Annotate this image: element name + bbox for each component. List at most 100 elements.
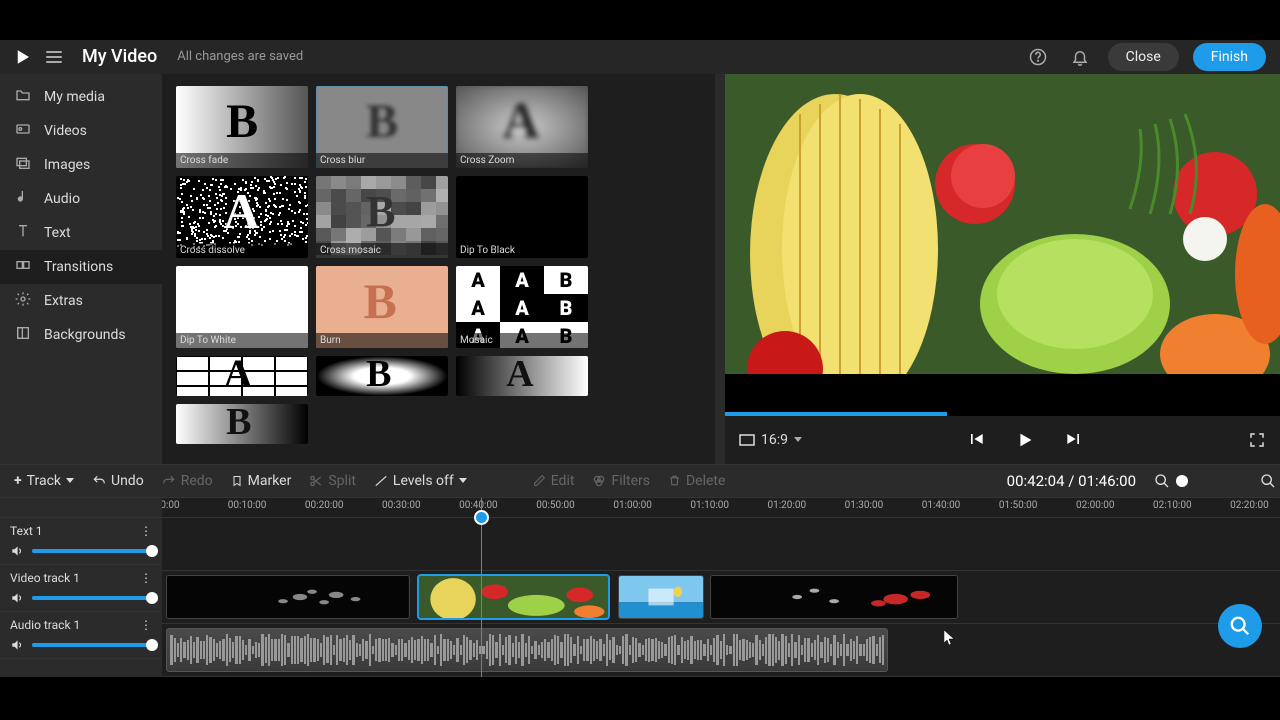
app-logo [14, 48, 32, 66]
ruler-tick: 00:30:00 [382, 500, 421, 511]
filters-button[interactable]: Filters [592, 473, 650, 489]
transitions-panel: BCross fadeBCross blurACross ZoomACross … [162, 74, 725, 464]
save-status: All changes are saved [177, 49, 303, 64]
sidebar-item-my-media[interactable]: My media [0, 80, 162, 114]
transition-card[interactable]: Dip To Black [456, 176, 588, 258]
time-ruler[interactable]: 0:0000:10:0000:20:0000:30:0000:40:0000:5… [162, 498, 1280, 518]
text-track-row[interactable] [162, 518, 1280, 571]
redo-button[interactable]: Redo [162, 473, 213, 489]
transition-label: Dip To White [176, 333, 308, 348]
finish-button[interactable]: Finish [1193, 43, 1266, 71]
edit-button[interactable]: Edit [533, 473, 575, 489]
menu-button[interactable] [46, 51, 62, 63]
preview-viewport[interactable] [725, 74, 1280, 416]
transition-card[interactable]: A [176, 356, 308, 396]
sidebar-item-audio[interactable]: Audio [0, 182, 162, 216]
transition-card[interactable]: BBurn [316, 266, 448, 348]
prev-button[interactable] [966, 429, 986, 449]
folder-icon [14, 87, 32, 107]
undo-button[interactable]: Undo [92, 473, 144, 489]
sidebar-item-transitions[interactable]: Transitions [0, 250, 162, 284]
ruler-tick: 01:20:00 [768, 500, 807, 511]
transition-label: Mosaic [456, 333, 588, 348]
zoom-slider[interactable] [1176, 475, 1188, 487]
ruler-tick: 01:30:00 [845, 500, 884, 511]
transition-card[interactable]: Dip To White [176, 266, 308, 348]
volume-icon[interactable] [10, 544, 24, 558]
levels-button[interactable]: Levels off [374, 473, 467, 489]
preview-panel: 16:9 [725, 74, 1280, 464]
next-button[interactable] [1064, 429, 1084, 449]
track-header: Video track 1⋮ [0, 565, 162, 612]
track-name: Audio track 1 [10, 618, 80, 632]
transition-card[interactable]: B [316, 356, 448, 396]
audio-clip[interactable] [166, 628, 887, 672]
sidebar-item-label: Videos [44, 123, 87, 139]
track-menu-icon[interactable]: ⋮ [140, 571, 152, 585]
video-clip[interactable] [710, 575, 958, 619]
video-icon [14, 121, 32, 141]
transition-card[interactable]: BCross mosaic [316, 176, 448, 258]
ruler-tick: 0:00 [162, 500, 180, 511]
marker-button[interactable]: Marker [231, 473, 292, 489]
images-icon [14, 155, 32, 175]
transition-card[interactable]: B [176, 404, 308, 444]
volume-slider[interactable] [32, 549, 152, 553]
transition-card[interactable]: A [456, 356, 588, 396]
video-clip[interactable] [418, 575, 609, 619]
video-clip[interactable] [618, 575, 704, 619]
volume-icon[interactable] [10, 591, 24, 605]
volume-slider[interactable] [32, 596, 152, 600]
sidebar-item-label: Extras [44, 293, 83, 309]
search-icon[interactable] [1260, 473, 1276, 489]
timeline-toolbar: +Track Undo Redo Marker Split Levels off… [0, 464, 1280, 498]
track-header: Text 1 ⋮ [0, 518, 162, 565]
sidebar-item-text[interactable]: Text [0, 216, 162, 250]
ruler-tick: 00:10:00 [228, 500, 267, 511]
transition-card[interactable]: BCross fade [176, 86, 308, 168]
sidebar-item-backgrounds[interactable]: Backgrounds [0, 318, 162, 352]
volume-slider[interactable] [32, 643, 152, 647]
aspect-ratio-label: 16:9 [761, 432, 788, 448]
ruler-tick: 01:10:00 [690, 500, 729, 511]
text-icon [14, 223, 32, 243]
add-track-button[interactable]: +Track [14, 473, 74, 489]
sidebar-item-videos[interactable]: Videos [0, 114, 162, 148]
ruler-tick: 01:00:00 [613, 500, 652, 511]
delete-button[interactable]: Delete [668, 473, 725, 489]
topbar: My Video All changes are saved Close Fin… [0, 40, 1280, 74]
fullscreen-button[interactable] [1248, 431, 1266, 449]
aspect-ratio-select[interactable]: 16:9 [739, 432, 802, 448]
transition-label: Dip To Black [456, 243, 588, 258]
ruler-tick: 01:50:00 [999, 500, 1038, 511]
video-clip[interactable] [166, 575, 410, 619]
sidebar-item-extras[interactable]: Extras [0, 284, 162, 318]
transition-card[interactable]: ACross Zoom [456, 86, 588, 168]
sidebar-item-label: Text [44, 225, 71, 241]
volume-icon[interactable] [10, 638, 24, 652]
transition-label: Cross fade [176, 153, 308, 168]
track-menu-icon[interactable]: ⋮ [140, 524, 152, 538]
play-button[interactable] [1014, 429, 1036, 451]
audio-icon [14, 189, 32, 209]
notifications-button[interactable] [1066, 43, 1094, 71]
transition-card[interactable]: ACross dissolve [176, 176, 308, 258]
sidebar-item-images[interactable]: Images [0, 148, 162, 182]
video-track-row[interactable] [162, 571, 1280, 624]
transition-card[interactable]: AABAABAABMosaic [456, 266, 588, 348]
help-button[interactable] [1024, 43, 1052, 71]
preview-progress[interactable] [725, 412, 947, 416]
transition-card[interactable]: BCross blur [316, 86, 448, 168]
playhead[interactable] [481, 498, 482, 677]
audio-track-row[interactable] [162, 624, 1280, 677]
transition-label: Cross Zoom [456, 153, 588, 168]
sidebar-item-label: Audio [44, 191, 80, 207]
search-fab[interactable] [1218, 604, 1262, 648]
zoom-icon[interactable] [1154, 473, 1170, 489]
ruler-tick: 02:00:00 [1076, 500, 1115, 511]
track-menu-icon[interactable]: ⋮ [140, 618, 152, 632]
close-button[interactable]: Close [1108, 43, 1179, 71]
track-name: Text 1 [10, 524, 43, 538]
timeline: Text 1⋮Video track 1⋮Audio track 1⋮ 0:00… [0, 498, 1280, 677]
split-button[interactable]: Split [309, 473, 356, 489]
